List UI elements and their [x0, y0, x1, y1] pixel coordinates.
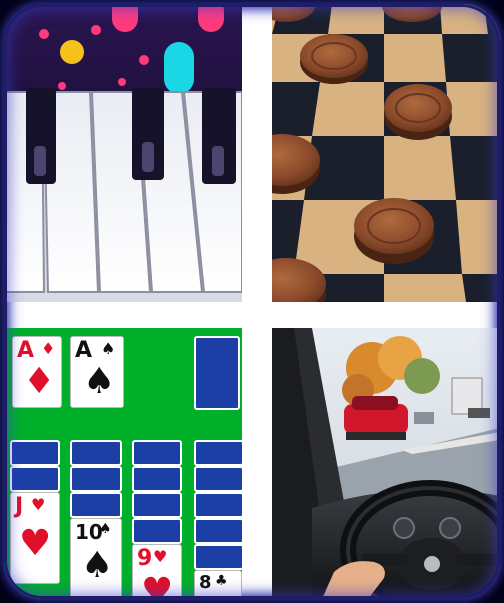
tableau-card[interactable]: 10 ♠ ♠: [70, 518, 122, 599]
piano-tile[interactable]: [4, 4, 242, 302]
note-bar-pink-icon: [198, 4, 224, 32]
solitaire-tile[interactable]: A ♦ ♦ A ♠ ♠ J ♥ ♥ 10 ♠ ♠ 9 ♥ ♥ 8 ♣: [4, 328, 242, 599]
app-icon-frame: A ♦ ♦ A ♠ ♠ J ♥ ♥ 10 ♠ ♠ 9 ♥ ♥ 8 ♣: [0, 0, 504, 603]
note-bar-pink-icon: [112, 4, 138, 32]
heart-suit-icon: ♥: [19, 523, 52, 564]
note-bar-cyan-icon: [164, 42, 194, 94]
face-down-card: [70, 492, 122, 518]
note-dot-yellow-icon: [60, 40, 84, 64]
note-dot-icon: [139, 55, 149, 65]
foundation-card: A ♦ ♦: [12, 336, 62, 408]
checkers-tile[interactable]: [272, 4, 500, 302]
note-dot-icon: [91, 25, 101, 35]
face-down-card: [70, 466, 122, 492]
checker-piece-icon: [384, 84, 452, 140]
spade-suit-icon: ♠: [81, 545, 114, 586]
tableau-card[interactable]: J ♥ ♥: [10, 492, 60, 584]
card-suit-small: ♠: [99, 521, 112, 537]
face-down-card: [194, 440, 242, 466]
face-down-card: [194, 544, 242, 570]
card-rank: A: [75, 338, 93, 363]
card-rank: 9: [137, 546, 153, 571]
checkers-illustration: [272, 4, 500, 302]
face-down-card: [70, 440, 122, 466]
card-suit-small: ♣: [215, 573, 228, 589]
face-down-card: [194, 518, 242, 544]
tableau-card[interactable]: 9 ♥ ♥: [132, 544, 182, 599]
foundation-card: A ♠ ♠: [70, 336, 124, 408]
heart-suit-icon: ♥: [141, 571, 174, 599]
driving-tile[interactable]: [272, 328, 500, 599]
card-rank: J: [15, 494, 24, 519]
tableau-card[interactable]: 8 ♣: [194, 570, 242, 599]
driving-illustration: [272, 328, 500, 599]
face-down-card: [132, 518, 182, 544]
card-suit-small: ♥: [153, 547, 168, 566]
spade-suit-icon: ♠: [83, 361, 116, 402]
checker-piece-icon: [300, 34, 368, 84]
piano-illustration: [4, 4, 242, 302]
face-down-card: [132, 466, 182, 492]
card-suit-small: ♠: [101, 339, 116, 358]
card-suit-small: ♥: [31, 495, 46, 514]
card-rank: 8: [199, 572, 212, 593]
face-down-card: [132, 440, 182, 466]
note-dot-icon: [39, 29, 49, 39]
card-rank: A: [17, 338, 35, 363]
face-down-card: [194, 466, 242, 492]
face-down-card: [194, 492, 242, 518]
face-down-card: [132, 492, 182, 518]
stock-pile[interactable]: [194, 336, 240, 410]
card-suit-small: ♦: [41, 339, 56, 358]
games-collage-card[interactable]: A ♦ ♦ A ♠ ♠ J ♥ ♥ 10 ♠ ♠ 9 ♥ ♥ 8 ♣: [4, 4, 500, 599]
diamond-suit-icon: ♦: [23, 361, 56, 402]
face-down-card: [10, 466, 60, 492]
face-down-card: [10, 440, 60, 466]
checker-piece-icon: [354, 198, 434, 264]
